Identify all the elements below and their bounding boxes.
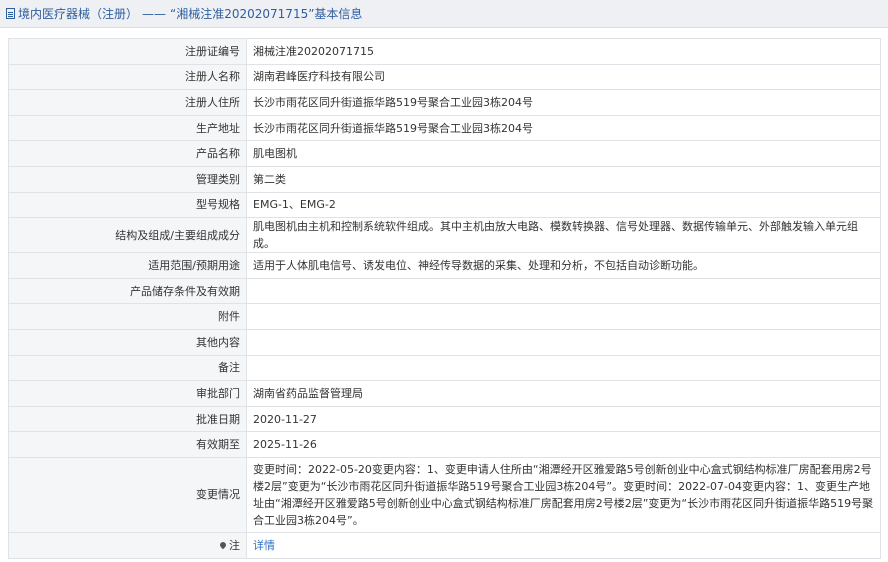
- row-value: 长沙市雨花区同升街道振华路519号聚合工业园3栋204号: [246, 89, 881, 116]
- row-label: 其他内容: [8, 328, 247, 356]
- table-row: 型号规格 EMG-1、EMG-2: [8, 191, 881, 219]
- table-row: 生产地址 长沙市雨花区同升街道振华路519号聚合工业园3栋204号: [8, 114, 881, 142]
- table-row: 审批部门 湖南省药品监督管理局: [8, 380, 881, 407]
- row-value: 适用于人体肌电信号、诱发电位、神经传导数据的采集、处理和分析，不包括自动诊断功能…: [246, 252, 881, 279]
- map-pin-icon: [218, 540, 228, 549]
- details-link[interactable]: 详情: [253, 539, 275, 552]
- table-row: 产品名称 肌电图机: [8, 140, 881, 167]
- row-value: [246, 354, 881, 382]
- row-label: 有效期至: [8, 431, 247, 458]
- row-value: [246, 303, 881, 330]
- row-value: 湖南君峰医疗科技有限公司: [246, 63, 881, 91]
- row-label: 注册人住所: [8, 89, 247, 116]
- row-value: 2020-11-27: [246, 405, 881, 433]
- row-label: 变更情况: [8, 456, 247, 533]
- row-label: 注册证编号: [8, 38, 247, 65]
- row-label: 型号规格: [8, 191, 247, 219]
- row-value: EMG-1、EMG-2: [246, 191, 881, 219]
- table-row: 其他内容: [8, 328, 881, 356]
- change-history-value: 变更时间：2022-05-20变更内容：1、变更申请人住所由“湘潭经开区雅爱路5…: [246, 456, 881, 533]
- row-value: 第二类: [246, 165, 881, 193]
- row-label: 产品名称: [8, 140, 247, 167]
- row-value: [246, 328, 881, 356]
- table-row: 适用范围/预期用途 适用于人体肌电信号、诱发电位、神经传导数据的采集、处理和分析…: [8, 252, 881, 279]
- row-value: 2025-11-26: [246, 431, 881, 458]
- table-row: 结构及组成/主要组成成分 肌电图机由主机和控制系统软件组成。其中主机由放大电路、…: [8, 217, 881, 254]
- row-value: [246, 277, 881, 305]
- page-header: 境内医疗器械（注册） —— “湘械注准20202071715”基本信息: [0, 0, 888, 28]
- table-row: 管理类别 第二类: [8, 165, 881, 193]
- row-label: 产品储存条件及有效期: [8, 277, 247, 305]
- header-title: “湘械注准20202071715”基本信息: [170, 7, 363, 21]
- row-label: 备注: [8, 354, 247, 382]
- note-label: 注: [229, 538, 240, 552]
- table-row: 产品储存条件及有效期: [8, 277, 881, 305]
- basic-info-table: 注册证编号 湘械注准20202071715 注册人名称 湖南君峰医疗科技有限公司…: [8, 38, 881, 559]
- table-row: 注册人名称 湖南君峰医疗科技有限公司: [8, 63, 881, 91]
- row-value: 湖南省药品监督管理局: [246, 380, 881, 407]
- row-label: 审批部门: [8, 380, 247, 407]
- row-value: 湘械注准20202071715: [246, 38, 881, 65]
- note-value-cell: 详情: [246, 531, 881, 559]
- row-label: 结构及组成/主要组成成分: [8, 217, 247, 254]
- table-row: 批准日期 2020-11-27: [8, 405, 881, 433]
- note-label-cell: 注: [8, 531, 247, 559]
- header-category: 境内医疗器械（注册）: [18, 7, 139, 21]
- table-row: 附件: [8, 303, 881, 330]
- table-row: 注册人住所 长沙市雨花区同升街道振华路519号聚合工业园3栋204号: [8, 89, 881, 116]
- table-row: 变更情况 变更时间：2022-05-20变更内容：1、变更申请人住所由“湘潭经开…: [8, 456, 881, 533]
- row-label: 注册人名称: [8, 63, 247, 91]
- row-value: 长沙市雨花区同升街道振华路519号聚合工业园3栋204号: [246, 114, 881, 142]
- row-label: 适用范围/预期用途: [8, 252, 247, 279]
- header-separator: ——: [142, 6, 167, 21]
- row-label: 生产地址: [8, 114, 247, 142]
- table-row: 注 详情: [8, 531, 881, 559]
- table-row: 注册证编号 湘械注准20202071715: [8, 38, 881, 65]
- row-value: 肌电图机由主机和控制系统软件组成。其中主机由放大电路、模数转换器、信号处理器、数…: [246, 217, 881, 254]
- document-icon: [6, 8, 15, 19]
- table-row: 备注: [8, 354, 881, 382]
- row-label: 附件: [8, 303, 247, 330]
- row-label: 管理类别: [8, 165, 247, 193]
- row-label: 批准日期: [8, 405, 247, 433]
- table-row: 有效期至 2025-11-26: [8, 431, 881, 458]
- row-value: 肌电图机: [246, 140, 881, 167]
